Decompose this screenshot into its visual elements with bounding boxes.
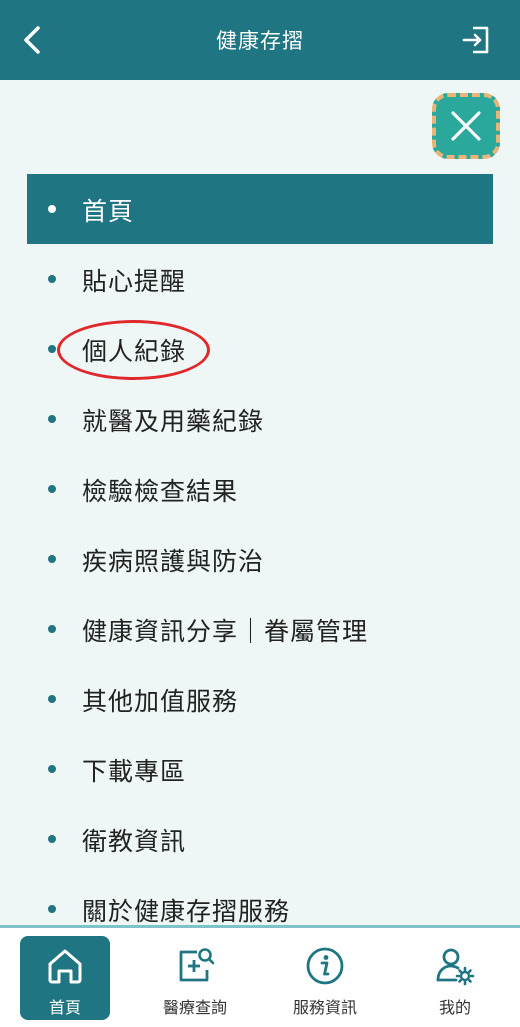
- bullet-dot: [48, 625, 56, 633]
- nav-label: 我的: [438, 998, 471, 1017]
- menu-item-label: 其他加值服務: [82, 687, 239, 716]
- bullet-dot: [48, 415, 56, 423]
- menu-item-label: 健康資訊分享｜眷屬管理: [82, 617, 369, 646]
- medical-search-icon: [173, 944, 217, 988]
- info-icon: [303, 944, 347, 988]
- menu-item-test-results[interactable]: 檢驗檢查結果: [27, 454, 493, 524]
- menu-item-label: 關於健康存摺服務: [82, 897, 291, 926]
- logout-icon: [462, 26, 489, 54]
- nav-label: 服務資訊: [292, 998, 357, 1017]
- top-app-bar: 健康存摺: [0, 0, 520, 80]
- page-title: 健康存摺: [216, 29, 304, 53]
- nav-label: 首頁: [48, 998, 81, 1017]
- menu-item-value-added-services[interactable]: 其他加值服務: [27, 664, 493, 734]
- menu-item-label: 檢驗檢查結果: [82, 477, 239, 506]
- bullet-dot: [48, 485, 56, 493]
- nav-item-mine[interactable]: 我的: [390, 928, 520, 1027]
- menu-item-personal-records[interactable]: 個人紀錄: [27, 314, 493, 384]
- menu-item-label: 首頁: [82, 197, 135, 226]
- nav-item-service-info[interactable]: 服務資訊: [260, 928, 390, 1027]
- close-icon: [451, 111, 481, 141]
- menu-item-label: 下載專區: [82, 757, 187, 786]
- logout-button[interactable]: [458, 22, 494, 58]
- bullet-dot: [48, 835, 56, 843]
- bullet-dot: [48, 905, 56, 913]
- bullet-dot: [48, 695, 56, 703]
- bullet-dot: [48, 275, 56, 283]
- menu-item-medical-records[interactable]: 就醫及用藥紀錄: [27, 384, 493, 454]
- menu-item-label: 貼心提醒: [82, 267, 187, 296]
- bullet-dot: [48, 345, 56, 353]
- menu-item-label: 衛教資訊: [82, 827, 187, 856]
- menu-item-health-education[interactable]: 衛教資訊: [27, 804, 493, 874]
- bullet-dot: [48, 205, 56, 213]
- bullet-dot: [48, 555, 56, 563]
- menu-item-label: 就醫及用藥紀錄: [82, 407, 265, 436]
- bullet-dot: [48, 765, 56, 773]
- menu-item-downloads[interactable]: 下載專區: [27, 734, 493, 804]
- menu-item-home[interactable]: 首頁: [27, 174, 493, 244]
- nav-item-medical-search[interactable]: 醫療查詢: [130, 928, 260, 1027]
- back-button[interactable]: [14, 22, 50, 58]
- user-settings-icon: [433, 944, 477, 988]
- close-menu-button[interactable]: [432, 93, 500, 159]
- menu-item-reminders[interactable]: 貼心提醒: [27, 244, 493, 314]
- nav-item-home[interactable]: 首頁: [0, 928, 130, 1027]
- menu-item-label: 個人紀錄: [82, 337, 187, 366]
- bottom-nav: 首頁 醫療查詢 服務資訊 我的: [0, 925, 520, 1027]
- side-menu: 首頁 貼心提醒 個人紀錄 就醫及用藥紀錄 檢驗檢查結果 疾病照護與防治 健康資訊…: [27, 174, 493, 944]
- menu-item-disease-care[interactable]: 疾病照護與防治: [27, 524, 493, 594]
- chevron-left-icon: [24, 26, 40, 54]
- menu-item-sharing-family[interactable]: 健康資訊分享｜眷屬管理: [27, 594, 493, 664]
- nav-label: 醫療查詢: [162, 998, 227, 1017]
- menu-item-label: 疾病照護與防治: [82, 547, 265, 576]
- home-icon: [43, 944, 87, 988]
